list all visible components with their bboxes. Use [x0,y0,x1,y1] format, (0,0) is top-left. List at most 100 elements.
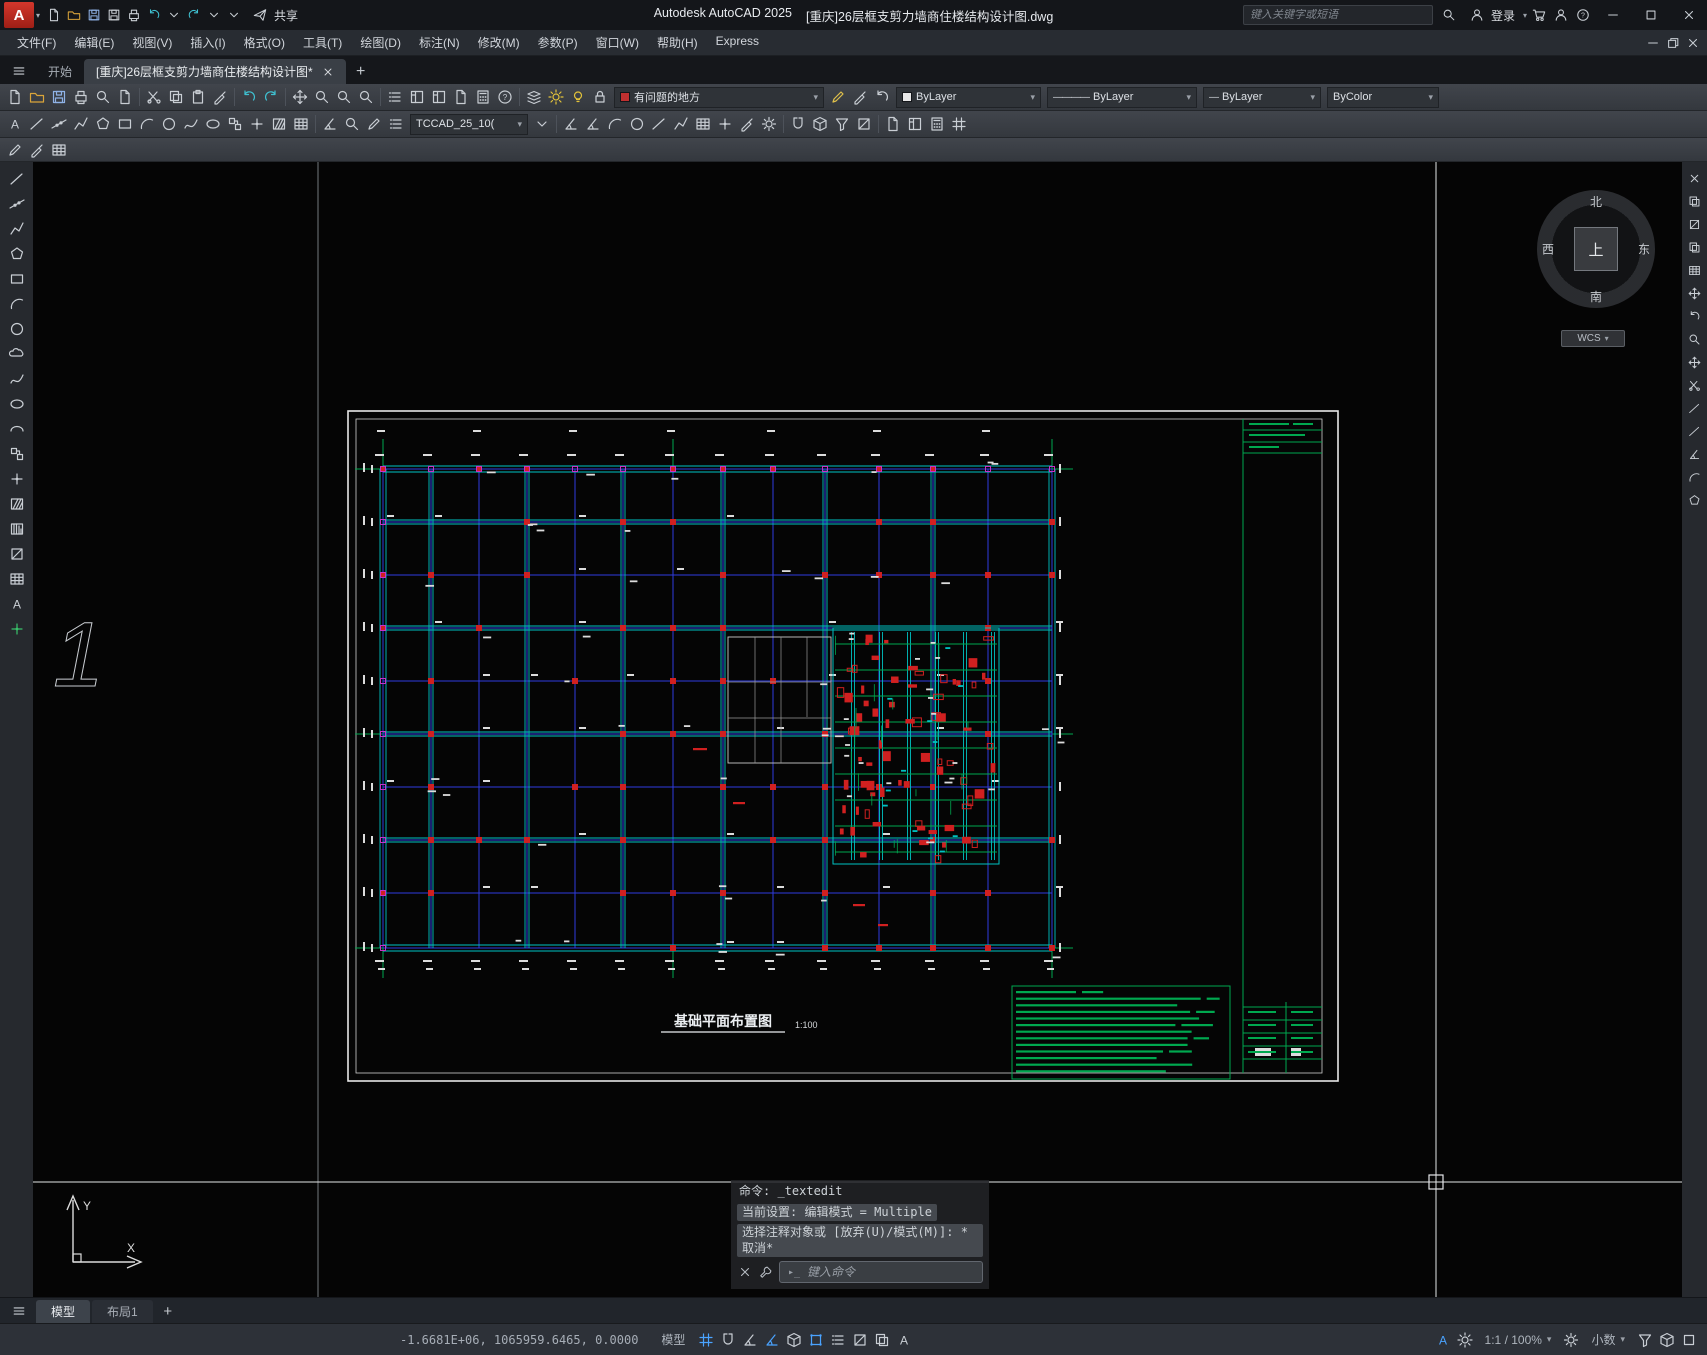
menu-item[interactable]: 绘图(D) [351,34,410,51]
command-close-icon[interactable] [737,1264,753,1280]
compass-west-label[interactable]: 西 [1542,241,1554,258]
menu-item[interactable]: 工具(T) [294,34,351,51]
hatch-icon[interactable] [5,493,29,515]
signin-caret-icon[interactable]: ▾ [1523,11,1527,20]
pan-icon[interactable] [289,87,311,108]
auto-scale-icon[interactable] [1455,1330,1475,1350]
line-icon[interactable] [26,114,48,135]
qat-menu-icon[interactable] [224,5,244,25]
arc-icon[interactable] [136,114,158,135]
dim-diameter-icon[interactable] [626,114,648,135]
zoom-realtime-icon[interactable] [311,87,333,108]
menu-item[interactable]: 标注(N) [410,34,469,51]
new-layout-button[interactable]: + [155,1300,181,1323]
minimize-button[interactable] [1595,0,1631,30]
dim-edit-icon[interactable] [363,114,385,135]
app-menu-caret-icon[interactable]: ▾ [36,11,40,20]
match-layer-icon[interactable] [849,87,871,108]
tool-palettes-icon[interactable] [428,87,450,108]
drawing-canvas[interactable]: 基础平面布置图 1:100 1 Y X 北 南 西 东 上 WCS ▾ 命令: _tex… [33,162,1682,1297]
save-as-icon[interactable] [104,5,124,25]
offset-icon[interactable] [1685,237,1705,257]
rectangle-icon[interactable] [5,268,29,290]
dim-quick-icon[interactable] [341,114,363,135]
units-button[interactable]: 小数 ▾ [1584,1329,1632,1351]
spline-icon[interactable] [5,368,29,390]
multiline-text-icon[interactable]: A [5,593,29,615]
dynamic-input-icon[interactable]: A [894,1330,914,1350]
redo-icon[interactable] [260,87,282,108]
insert-block-icon[interactable] [224,114,246,135]
share-button[interactable]: 共享 [250,5,298,25]
clean-screen-icon[interactable] [1679,1330,1699,1350]
line-icon[interactable] [5,168,29,190]
dim-style-match-icon[interactable] [736,114,758,135]
new-tab-button[interactable]: + [346,59,376,84]
new-icon[interactable] [4,87,26,108]
qundo-icon[interactable] [144,5,164,25]
circle-icon[interactable] [158,114,180,135]
point-icon[interactable] [246,114,268,135]
dim-angular-icon[interactable] [582,114,604,135]
ortho-mode-icon[interactable] [740,1330,760,1350]
quick-filter-icon[interactable] [831,114,853,135]
table-icon[interactable] [5,568,29,590]
model-space-toggle[interactable]: 模型 [661,1331,685,1348]
menu-item[interactable]: Express [707,34,768,48]
quick-calc-icon[interactable] [472,87,494,108]
menu-item[interactable]: 参数(P) [529,34,587,51]
move-icon[interactable] [1685,283,1705,303]
chamfer-icon[interactable] [1685,444,1705,464]
save-icon[interactable] [48,87,70,108]
region-tool-icon[interactable] [853,114,875,135]
edit-polyline-icon[interactable] [4,139,26,160]
layer-lock-icon[interactable] [589,87,611,108]
menu-item[interactable]: 格式(O) [235,34,294,51]
field-icon[interactable] [882,114,904,135]
dim-baseline-icon[interactable] [648,114,670,135]
edit-table-icon[interactable] [48,139,70,160]
make-object-layer-icon[interactable] [827,87,849,108]
copy-object-icon[interactable] [1685,191,1705,211]
menu-item[interactable]: 视图(V) [123,34,181,51]
menu-item[interactable]: 帮助(H) [648,34,707,51]
palette-secondary-icon[interactable] [904,114,926,135]
qnew-icon[interactable] [44,5,64,25]
fillet-icon[interactable] [1685,467,1705,487]
circle-icon[interactable] [5,318,29,340]
selection-cycling-icon[interactable] [872,1330,892,1350]
customization-icon[interactable] [1561,1330,1581,1350]
mirror-icon[interactable] [1685,214,1705,234]
compass-north-label[interactable]: 北 [1590,193,1602,210]
object-snap-icon[interactable] [806,1330,826,1350]
redo-flyout-icon[interactable] [204,5,224,25]
menu-item[interactable]: 编辑(E) [65,34,123,51]
publish-icon[interactable] [114,87,136,108]
compass-up-face[interactable]: 上 [1574,227,1618,271]
plot-icon[interactable] [70,87,92,108]
layer-previous-icon[interactable] [871,87,893,108]
layer-combo[interactable]: 有问题的地方 ▾ [614,86,824,108]
dim-break-icon[interactable] [692,114,714,135]
ellipse-icon[interactable] [202,114,224,135]
layer-walk-icon[interactable] [545,87,567,108]
command-input[interactable]: ▸_ 键入命令 [779,1261,983,1284]
design-center-icon[interactable] [406,87,428,108]
open-icon[interactable] [26,87,48,108]
copy-icon[interactable] [165,87,187,108]
dimstyle-flyout-icon[interactable] [531,114,553,135]
wcs-selector[interactable]: WCS ▾ [1561,330,1625,347]
command-customize-icon[interactable] [758,1264,774,1280]
gradient-icon[interactable] [5,518,29,540]
tab-model[interactable]: 模型 [36,1300,91,1323]
hatch-icon[interactable] [268,114,290,135]
tab-document[interactable]: [重庆]26层框支剪力墙商住楼结构设计图* [84,59,346,84]
isodraft-icon[interactable] [784,1330,804,1350]
compass-east-label[interactable]: 东 [1638,241,1650,258]
match-properties-icon[interactable] [209,87,231,108]
menu-item[interactable]: 窗口(W) [587,34,648,51]
menu-item[interactable]: 插入(I) [181,34,234,51]
break-icon[interactable] [1685,421,1705,441]
dim-continue-icon[interactable] [670,114,692,135]
divide-icon[interactable] [5,618,29,640]
